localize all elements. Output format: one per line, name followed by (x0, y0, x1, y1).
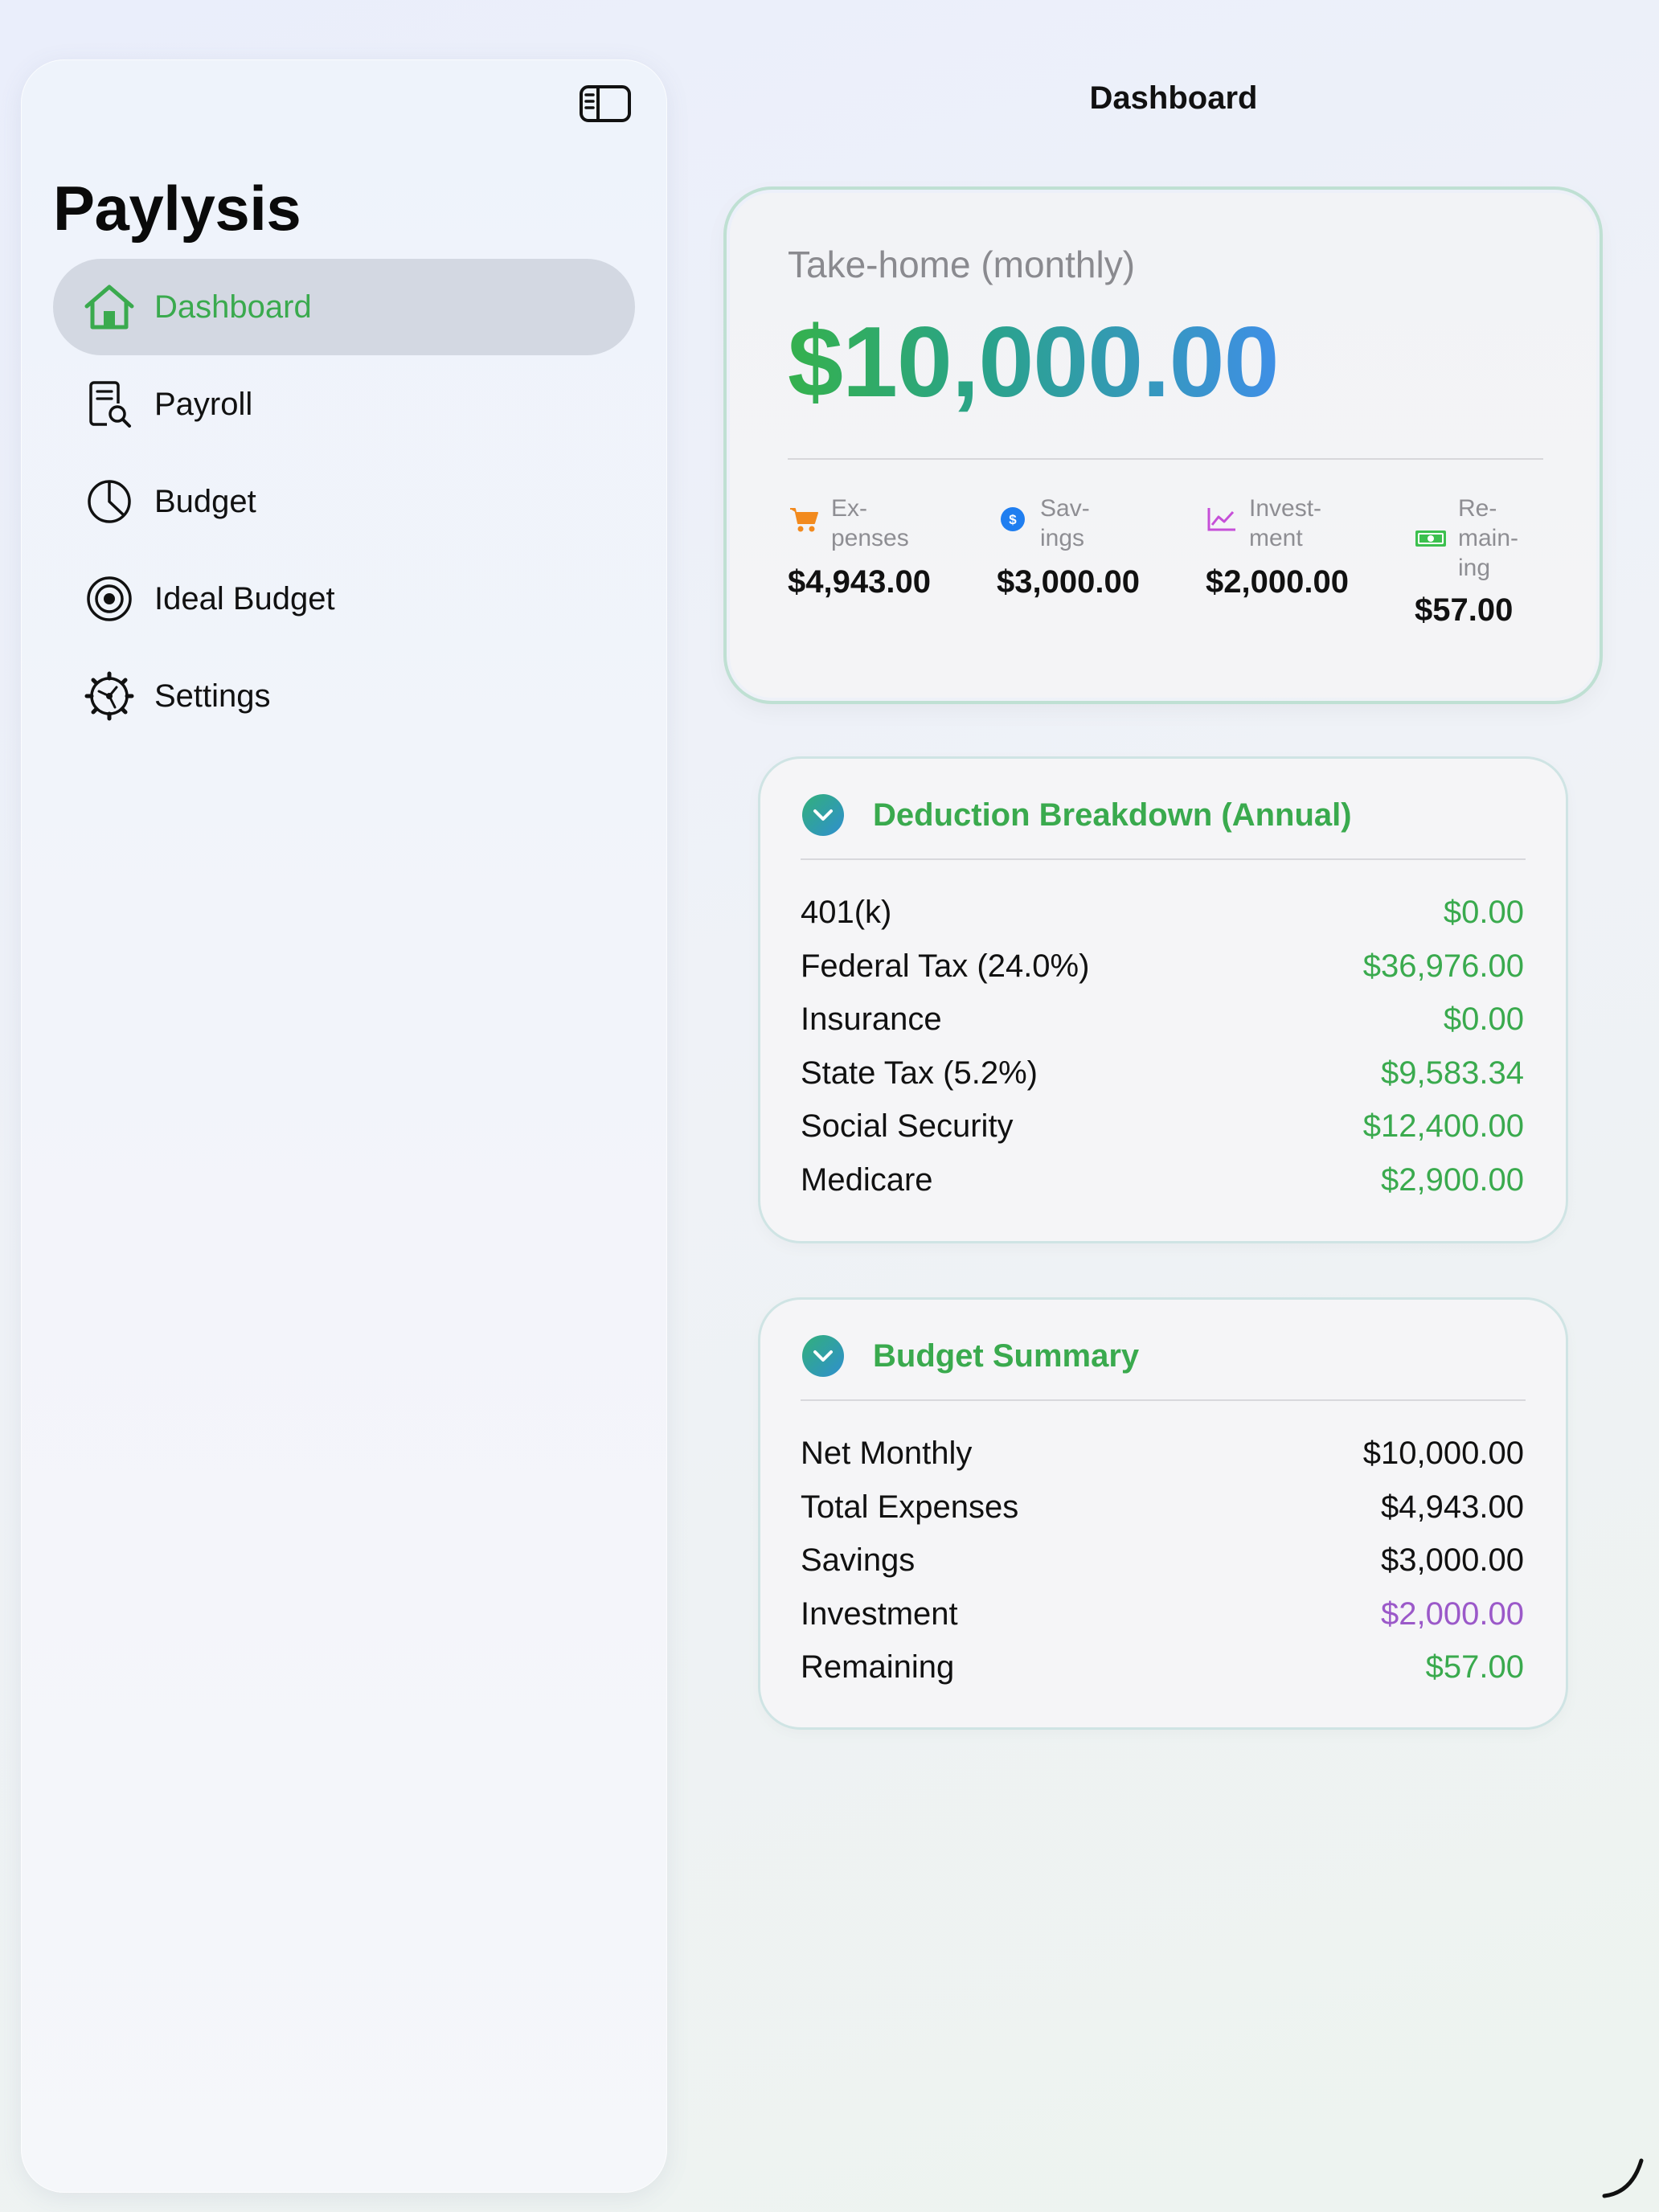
sidebar-item-label: Dashboard (154, 289, 312, 325)
card-title: Deduction Breakdown (Annual) (873, 797, 1352, 833)
deduction-breakdown-header[interactable]: Deduction Breakdown (Annual) (802, 794, 1352, 836)
sidebar-item-payroll[interactable]: Payroll (53, 356, 635, 453)
chevron-down-icon[interactable] (802, 794, 844, 836)
list-item: Insurance $0.00 (801, 999, 1524, 1053)
sidebar-item-label: Budget (154, 483, 256, 519)
sidebar-item-label: Settings (154, 678, 271, 714)
take-home-label: Take-home (monthly) (788, 244, 1136, 285)
list-item: Savings $3,000.00 (801, 1540, 1524, 1594)
row-value: $4,943.00 (1381, 1489, 1524, 1525)
row-label: Federal Tax (24.0%) (801, 948, 1090, 984)
cart-icon (788, 503, 820, 535)
app-title: Paylysis (53, 173, 301, 244)
budget-summary-rows: Net Monthly $10,000.00 Total Expenses $4,9… (801, 1433, 1524, 1701)
row-value: $3,000.00 (1381, 1542, 1524, 1578)
row-label: Savings (801, 1542, 916, 1578)
sidebar: Paylysis Dashboard Payroll Budget Ideal … (21, 59, 667, 2193)
resize-handle-icon[interactable] (1600, 2154, 1648, 2202)
row-label: Insurance (801, 1002, 942, 1037)
list-item: 401(k) $0.00 (801, 892, 1524, 946)
budget-summary-header[interactable]: Budget Summary (802, 1335, 1139, 1377)
page-title: Dashboard (1089, 80, 1258, 116)
row-label: Total Expenses (801, 1489, 1019, 1525)
list-item: State Tax (5.2%) $9,583.34 (801, 1053, 1524, 1107)
card-title: Budget Summary (873, 1337, 1140, 1374)
row-label: 401(k) (801, 895, 892, 930)
chevron-down-icon[interactable] (802, 1335, 844, 1377)
sidebar-item-dashboard[interactable]: Dashboard (53, 259, 635, 355)
row-label: Remaining (801, 1649, 955, 1685)
stat-remaining: Re- main- ing $57.00 (1415, 494, 1551, 632)
row-value: $2,900.00 (1381, 1161, 1524, 1198)
sidebar-item-label: Payroll (154, 386, 253, 422)
stat-value: $4,943.00 (788, 564, 931, 600)
stat-label: Sav- ings (1040, 495, 1090, 551)
pie-chart-icon (80, 473, 138, 530)
sidebar-item-settings[interactable]: Settings (53, 648, 635, 744)
stat-value: $57.00 (1415, 592, 1514, 628)
sidebar-toggle-icon[interactable] (577, 82, 633, 125)
sidebar-item-budget[interactable]: Budget (53, 453, 635, 550)
stat-savings: $ Sav- ings $3,000.00 (997, 494, 1190, 604)
row-value: $12,400.00 (1362, 1108, 1524, 1144)
svg-text:$: $ (1009, 512, 1017, 527)
house-icon (80, 278, 138, 336)
stats-row: Ex- penses $4,943.00 $ Sav- ings $3,000.… (788, 494, 1546, 670)
list-item: Federal Tax (24.0%) $36,976.00 (801, 946, 1524, 1000)
target-icon (80, 570, 138, 628)
row-label: Investment (801, 1596, 958, 1632)
list-item: Social Security $12,400.00 (801, 1106, 1524, 1160)
take-home-card: Take-home (monthly) $10,000.00 Ex- pense… (727, 190, 1600, 701)
list-item: Investment $2,000.00 (801, 1594, 1524, 1648)
row-label: Medicare (801, 1161, 933, 1198)
list-item: Total Expenses $4,943.00 (801, 1487, 1524, 1541)
row-value: $36,976.00 (1362, 948, 1524, 984)
divider (788, 458, 1543, 460)
stat-value: $3,000.00 (997, 564, 1140, 600)
stat-label: Invest- ment (1249, 495, 1322, 551)
row-value: $2,000.00 (1381, 1596, 1524, 1632)
stat-expenses: Ex- penses $4,943.00 (788, 494, 981, 604)
take-home-amount: $10,000.00 (788, 307, 1280, 418)
divider (801, 1399, 1526, 1401)
list-item: Remaining $57.00 (801, 1647, 1524, 1701)
budget-summary-card: Budget Summary Net Monthly $10,000.00 Tot… (760, 1300, 1566, 1727)
row-value: $0.00 (1443, 895, 1524, 930)
dollar-coin-icon: $ (997, 503, 1029, 535)
deduction-rows: 401(k) $0.00 Federal Tax (24.0%) $36,976.0… (801, 892, 1524, 1213)
list-item: Net Monthly $10,000.00 (801, 1433, 1524, 1487)
sidebar-item-label: Ideal Budget (154, 580, 335, 616)
trend-chart-icon (1206, 503, 1238, 535)
stat-label: Re- main- ing (1458, 495, 1519, 581)
deduction-breakdown-card: Deduction Breakdown (Annual) 401(k) $0.00… (760, 759, 1566, 1241)
banknote-icon (1415, 522, 1447, 555)
row-label: Net Monthly (801, 1436, 973, 1471)
divider (801, 858, 1526, 860)
row-value: $57.00 (1425, 1649, 1524, 1685)
row-value: $9,583.34 (1381, 1055, 1524, 1091)
stat-value: $2,000.00 (1206, 564, 1349, 600)
row-value: $0.00 (1443, 1002, 1524, 1037)
row-label: State Tax (5.2%) (801, 1055, 1038, 1091)
stat-investment: Invest- ment $2,000.00 (1206, 494, 1399, 604)
sidebar-nav: Dashboard Payroll Budget Ideal Budget Se… (53, 259, 635, 745)
list-item: Medicare $2,900.00 (801, 1160, 1524, 1214)
document-search-icon (80, 375, 138, 433)
gear-icon (80, 667, 138, 725)
stat-label: Ex- penses (831, 495, 909, 551)
sidebar-item-ideal-budget[interactable]: Ideal Budget (53, 551, 635, 647)
row-value: $10,000.00 (1362, 1436, 1524, 1471)
row-label: Social Security (801, 1108, 1014, 1144)
